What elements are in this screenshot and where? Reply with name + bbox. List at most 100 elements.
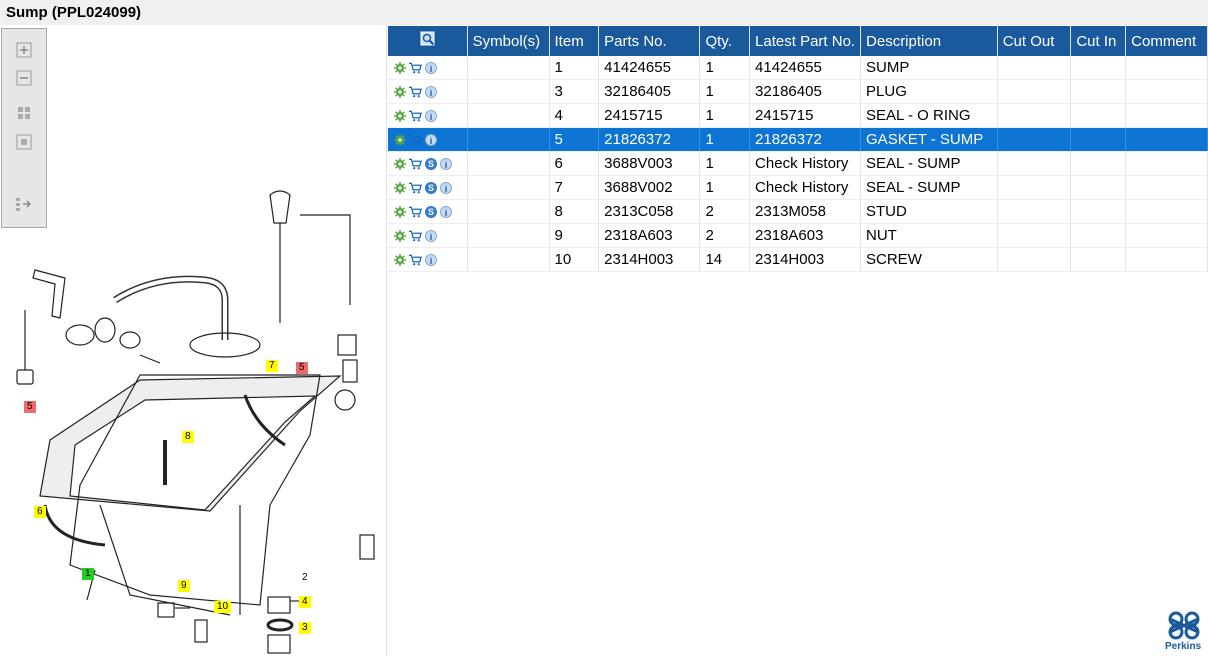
info-icon[interactable]: i: [425, 85, 437, 98]
cell-symbols: [467, 223, 550, 248]
info-icon[interactable]: i: [425, 61, 437, 74]
info-icon[interactable]: i: [440, 181, 452, 194]
info-icon[interactable]: i: [425, 229, 437, 242]
callout-5-left[interactable]: 5: [24, 401, 36, 413]
cell-qty: 2: [699, 223, 751, 248]
cell-item: 8: [549, 199, 600, 224]
actual-size-icon[interactable]: [15, 133, 33, 151]
row-action-icons: i: [388, 56, 468, 80]
callout-2[interactable]: 2: [299, 572, 311, 584]
info-icon[interactable]: i: [425, 109, 437, 122]
callout-8[interactable]: 8: [182, 431, 194, 443]
col-parts-no[interactable]: Parts No.: [598, 26, 701, 56]
col-item[interactable]: Item: [549, 26, 600, 56]
cell-cut-out: [997, 79, 1072, 104]
cell-cut-out: [997, 199, 1072, 224]
search-column-header[interactable]: [388, 26, 468, 56]
zoom-out-icon[interactable]: [15, 69, 33, 87]
s-icon[interactable]: S: [425, 157, 437, 170]
cell-comment: [1125, 247, 1208, 272]
cart-icon[interactable]: [409, 229, 422, 242]
gear-icon[interactable]: [393, 85, 406, 98]
col-cut-out[interactable]: Cut Out: [997, 26, 1072, 56]
callout-7[interactable]: 7: [266, 360, 278, 372]
gear-icon[interactable]: [393, 229, 406, 242]
gear-icon[interactable]: [393, 109, 406, 122]
callout-6[interactable]: 6: [34, 506, 46, 518]
table-row[interactable]: Si 7 3688V002 1 Check History SEAL - SUMP: [388, 175, 1208, 200]
cell-cut-out: [997, 127, 1072, 152]
callout-1[interactable]: 1: [82, 568, 94, 580]
gear-icon[interactable]: [393, 253, 406, 266]
cell-description: NUT: [860, 223, 998, 248]
row-action-icons: i: [388, 127, 468, 152]
gear-icon[interactable]: [393, 157, 406, 170]
callout-10[interactable]: 10: [214, 601, 232, 613]
search-icon[interactable]: [420, 31, 436, 47]
gear-icon[interactable]: [393, 181, 406, 194]
fit-grid-icon[interactable]: [15, 104, 33, 122]
cell-qty: 1: [699, 175, 751, 200]
col-cut-in[interactable]: Cut In: [1070, 26, 1127, 56]
cell-description: PLUG: [860, 79, 998, 104]
cell-latest-part-no: 2318A603: [749, 223, 862, 248]
cell-qty: 14: [699, 247, 751, 272]
cell-qty: 1: [699, 151, 751, 176]
cell-cut-in: [1070, 223, 1127, 248]
col-latest-part-no[interactable]: Latest Part No.: [749, 26, 862, 56]
cell-symbols: [467, 103, 550, 128]
table-row[interactable]: i 4 2415715 1 2415715 SEAL - O RING: [388, 103, 1208, 128]
cell-cut-out: [997, 223, 1072, 248]
cell-latest-part-no: 21826372: [749, 127, 862, 152]
gear-icon[interactable]: [393, 205, 406, 218]
cell-comment: [1125, 103, 1208, 128]
gear-icon[interactable]: [393, 61, 406, 74]
cell-cut-out: [997, 175, 1072, 200]
table-row[interactable]: i 5 21826372 1 21826372 GASKET - SUMP: [388, 127, 1208, 152]
cell-qty: 1: [699, 79, 751, 104]
col-comment[interactable]: Comment: [1125, 26, 1208, 56]
cell-parts-no: 2314H003: [598, 247, 701, 272]
col-symbols[interactable]: Symbol(s): [467, 26, 550, 56]
info-icon[interactable]: i: [425, 133, 437, 146]
cart-icon[interactable]: [409, 181, 422, 194]
col-qty[interactable]: Qty.: [699, 26, 751, 56]
table-row[interactable]: i 9 2318A603 2 2318A603 NUT: [388, 223, 1208, 248]
cell-cut-in: [1070, 199, 1127, 224]
cart-icon[interactable]: [409, 133, 422, 146]
cart-icon[interactable]: [409, 157, 422, 170]
cart-icon[interactable]: [409, 253, 422, 266]
row-action-icons: Si: [388, 199, 468, 224]
cart-icon[interactable]: [409, 205, 422, 218]
table-row[interactable]: Si 8 2313C058 2 2313M058 STUD: [388, 199, 1208, 224]
window-title: Sump (PPL024099): [0, 0, 1208, 25]
cart-icon[interactable]: [409, 85, 422, 98]
cell-description: SEAL - SUMP: [860, 151, 998, 176]
s-icon[interactable]: S: [425, 181, 437, 194]
cell-item: 10: [549, 247, 600, 272]
cell-item: 9: [549, 223, 600, 248]
zoom-in-icon[interactable]: [15, 41, 33, 59]
info-icon[interactable]: i: [440, 157, 452, 170]
cell-cut-in: [1070, 127, 1127, 152]
callout-5-right[interactable]: 5: [296, 362, 308, 374]
callout-3[interactable]: 3: [299, 622, 311, 634]
gear-icon[interactable]: [393, 133, 406, 146]
col-description[interactable]: Description: [860, 26, 998, 56]
cell-item: 5: [549, 127, 600, 152]
callout-4[interactable]: 4: [299, 596, 311, 608]
info-icon[interactable]: i: [425, 253, 437, 266]
cell-qty: 1: [699, 127, 751, 152]
table-row[interactable]: i 3 32186405 1 32186405 PLUG: [388, 79, 1208, 104]
s-icon[interactable]: S: [425, 205, 437, 218]
table-row[interactable]: i 1 41424655 1 41424655 SUMP: [388, 56, 1208, 80]
diagram-pane[interactable]: 7 5 5 8 6 1 9 10 2 4 3: [0, 25, 387, 656]
cart-icon[interactable]: [409, 61, 422, 74]
callout-9[interactable]: 9: [178, 580, 190, 592]
cell-latest-part-no: 2314H003: [749, 247, 862, 272]
table-row[interactable]: Si 6 3688V003 1 Check History SEAL - SUMP: [388, 151, 1208, 176]
cell-parts-no: 2318A603: [598, 223, 701, 248]
info-icon[interactable]: i: [440, 205, 452, 218]
table-row[interactable]: i 10 2314H003 14 2314H003 SCREW: [388, 247, 1208, 272]
cart-icon[interactable]: [409, 109, 422, 122]
